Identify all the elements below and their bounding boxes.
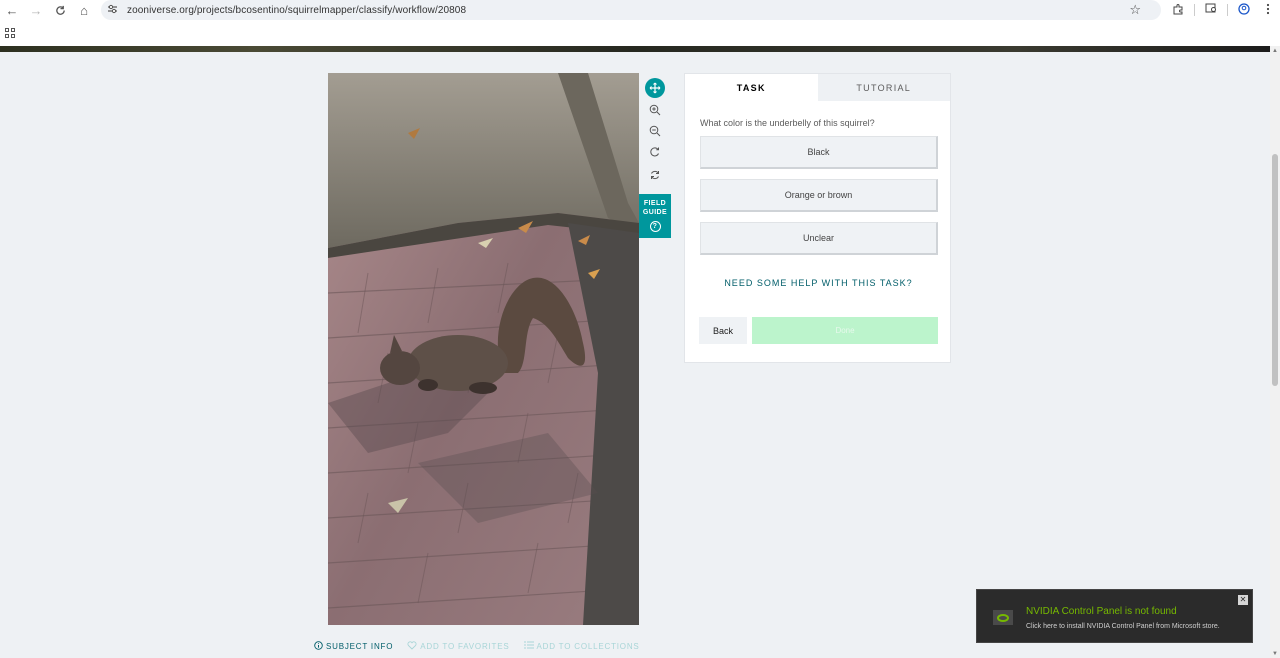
toolbar-divider: [1194, 4, 1195, 16]
field-guide-button[interactable]: FIELD GUIDE ?: [639, 194, 671, 238]
tab-search-icon[interactable]: [1199, 3, 1223, 17]
more-menu-icon[interactable]: [1256, 3, 1280, 18]
add-to-collections-label: ADD TO COLLECTIONS: [536, 641, 640, 651]
answer-unclear-button[interactable]: Unclear: [700, 222, 938, 255]
done-button[interactable]: Done: [752, 317, 938, 344]
nvidia-notification[interactable]: NVIDIA Control Panel is not found Click …: [976, 589, 1253, 643]
tab-task[interactable]: TASK: [685, 74, 818, 101]
field-guide-label-1: FIELD: [643, 200, 667, 207]
bookmarks-bar: [0, 20, 1280, 46]
browser-toolbar: ← → ⌂ zooniverse.org/projects/bcosentino…: [0, 0, 1280, 20]
nvidia-logo-icon: [993, 610, 1013, 625]
notification-title: NVIDIA Control Panel is not found: [1026, 606, 1177, 617]
task-panel: TASK TUTORIAL What color is the underbel…: [684, 73, 951, 363]
add-to-collections-link[interactable]: ADD TO COLLECTIONS: [523, 641, 640, 651]
url-text[interactable]: zooniverse.org/projects/bcosentino/squir…: [127, 5, 466, 16]
bookmark-star-icon[interactable]: ☆: [1129, 2, 1141, 18]
scroll-thumb[interactable]: [1272, 154, 1278, 386]
field-guide-label-2: GUIDE: [642, 209, 668, 216]
task-help-link[interactable]: NEED SOME HELP WITH THIS TASK?: [685, 278, 952, 288]
site-settings-icon[interactable]: [107, 4, 123, 17]
move-icon[interactable]: [645, 78, 665, 98]
answer-orange-brown-button[interactable]: Orange or brown: [700, 179, 938, 212]
scroll-up-arrow-icon[interactable]: ▲: [1271, 48, 1279, 54]
project-hero-banner: [0, 46, 1270, 52]
close-icon[interactable]: ✕: [1238, 595, 1248, 605]
forward-arrow-icon[interactable]: →: [24, 0, 48, 20]
profile-avatar-icon[interactable]: [1232, 2, 1256, 18]
scroll-down-arrow-icon[interactable]: ▼: [1271, 651, 1279, 657]
zoom-in-icon[interactable]: [645, 100, 665, 120]
browser-actions: [1166, 0, 1280, 20]
subject-links: SUBJECT INFO ADD TO FAVORITES ADD TO COL…: [314, 640, 654, 652]
extensions-icon[interactable]: [1166, 3, 1190, 18]
subject-image[interactable]: [328, 73, 639, 625]
back-arrow-icon[interactable]: ←: [0, 0, 24, 20]
answer-black-button[interactable]: Black: [700, 136, 938, 169]
info-icon: [314, 640, 323, 652]
reload-icon[interactable]: [48, 0, 72, 20]
subject-info-label: SUBJECT INFO: [326, 641, 394, 651]
heart-icon: [407, 640, 417, 652]
list-icon: [523, 641, 534, 651]
page-scrollbar[interactable]: ▲ ▼: [1270, 46, 1280, 658]
tab-tutorial[interactable]: TUTORIAL: [817, 74, 950, 101]
back-button[interactable]: Back: [699, 317, 747, 344]
reset-icon[interactable]: [645, 165, 665, 185]
zoom-out-icon[interactable]: [645, 121, 665, 141]
help-circle-icon: ?: [649, 221, 661, 232]
add-to-favorites-link[interactable]: ADD TO FAVORITES: [407, 640, 510, 652]
apps-grid-icon[interactable]: [5, 28, 15, 38]
home-icon[interactable]: ⌂: [72, 0, 96, 20]
task-question: What color is the underbelly of this squ…: [700, 118, 875, 128]
task-tabs: TASK TUTORIAL: [685, 74, 950, 101]
subject-info-link[interactable]: SUBJECT INFO: [314, 640, 394, 652]
rotate-icon[interactable]: [645, 142, 665, 162]
toolbar-divider: [1227, 4, 1228, 16]
address-bar[interactable]: zooniverse.org/projects/bcosentino/squir…: [101, 0, 1161, 20]
notification-body: Click here to install NVIDIA Control Pan…: [1026, 623, 1220, 630]
add-to-favorites-label: ADD TO FAVORITES: [420, 641, 510, 651]
